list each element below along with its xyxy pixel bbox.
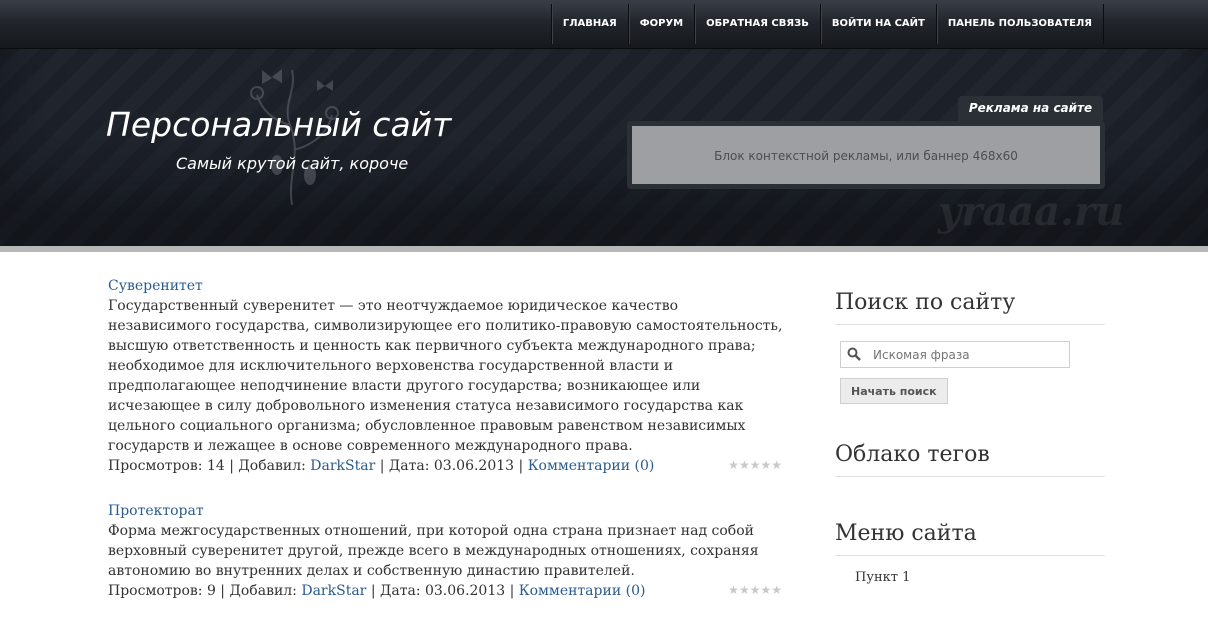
nav-item-feedback[interactable]: ОБРАТНАЯ СВЯЗЬ <box>694 4 820 44</box>
search-field[interactable] <box>840 341 1070 368</box>
star-icon[interactable]: ★ <box>750 584 761 596</box>
post-rating[interactable]: ★ ★ ★ ★ ★ <box>728 459 782 471</box>
post-title[interactable]: Протекторат <box>108 503 204 519</box>
main-content: Суверенитет Государственный суверенитет … <box>108 275 784 625</box>
post-added-label: Добавил: <box>229 583 297 599</box>
site-title[interactable]: Персональный сайт <box>106 105 451 144</box>
star-icon[interactable]: ★ <box>760 459 771 471</box>
star-icon[interactable]: ★ <box>728 459 739 471</box>
top-navigation-bar: ГЛАВНАЯ ФОРУМ ОБРАТНАЯ СВЯЗЬ ВОЙТИ НА СА… <box>0 0 1208 49</box>
post-text: Форма межгосударственных отношений, при … <box>108 523 759 579</box>
post-text: Государственный суверенитет — это неотчу… <box>108 298 783 454</box>
tag-cloud-title: Облако тегов <box>835 442 1105 477</box>
nav-item-forum[interactable]: ФОРУМ <box>627 4 694 44</box>
post-rating[interactable]: ★ ★ ★ ★ ★ <box>728 584 782 596</box>
search-icon <box>847 347 861 361</box>
site-subtitle: Самый крутой сайт, короче <box>176 154 409 173</box>
post: Протекторат Форма межгосударственных отн… <box>108 500 784 601</box>
post-added-label: Добавил: <box>238 458 306 474</box>
star-icon[interactable]: ★ <box>728 584 739 596</box>
post-views: Просмотров: 9 <box>108 583 216 599</box>
star-icon[interactable]: ★ <box>760 584 771 596</box>
post-author-link[interactable]: DarkStar <box>310 458 375 474</box>
post: Суверенитет Государственный суверенитет … <box>108 275 784 476</box>
post-title[interactable]: Суверенитет <box>108 278 203 294</box>
star-icon[interactable]: ★ <box>771 459 782 471</box>
post-comments-link[interactable]: Комментарии (0) <box>528 458 655 474</box>
search-block-title: Поиск по сайту <box>835 290 1105 325</box>
post-author-link[interactable]: DarkStar <box>301 583 366 599</box>
search-input[interactable] <box>871 345 1065 365</box>
star-icon[interactable]: ★ <box>771 584 782 596</box>
site-menu-item[interactable]: Пункт 1 <box>855 570 1105 585</box>
header-divider <box>0 246 1208 252</box>
nav-item-login[interactable]: ВОЙТИ НА САЙТ <box>819 4 936 44</box>
nav-item-user-panel[interactable]: ПАНЕЛЬ ПОЛЬЗОВАТЕЛЯ <box>935 4 1104 44</box>
star-icon[interactable]: ★ <box>739 459 750 471</box>
star-icon[interactable]: ★ <box>739 584 750 596</box>
ad-tab-label: Реклама на сайте <box>958 96 1103 124</box>
post-views: Просмотров: 14 <box>108 458 225 474</box>
watermark-logo: yraaa.ru <box>938 188 1125 235</box>
post-comments-link[interactable]: Комментарии (0) <box>519 583 646 599</box>
search-button[interactable]: Начать поиск <box>840 378 948 404</box>
main-nav: ГЛАВНАЯ ФОРУМ ОБРАТНАЯ СВЯЗЬ ВОЙТИ НА СА… <box>550 4 1104 44</box>
nav-item-home[interactable]: ГЛАВНАЯ <box>550 4 628 44</box>
ad-banner[interactable]: Блок контекстной рекламы, или баннер 468… <box>632 126 1100 184</box>
sidebar: Поиск по сайту Начать поиск Облако тегов… <box>835 290 1105 585</box>
post-date: Дата: 03.06.2013 <box>380 583 506 599</box>
site-menu-title: Меню сайта <box>835 521 1105 556</box>
star-icon[interactable]: ★ <box>750 459 761 471</box>
post-date: Дата: 03.06.2013 <box>388 458 515 474</box>
post-meta: Просмотров: 9 | Добавил: DarkStar | Дата… <box>108 583 782 599</box>
post-meta: Просмотров: 14 | Добавил: DarkStar | Дат… <box>108 458 782 474</box>
